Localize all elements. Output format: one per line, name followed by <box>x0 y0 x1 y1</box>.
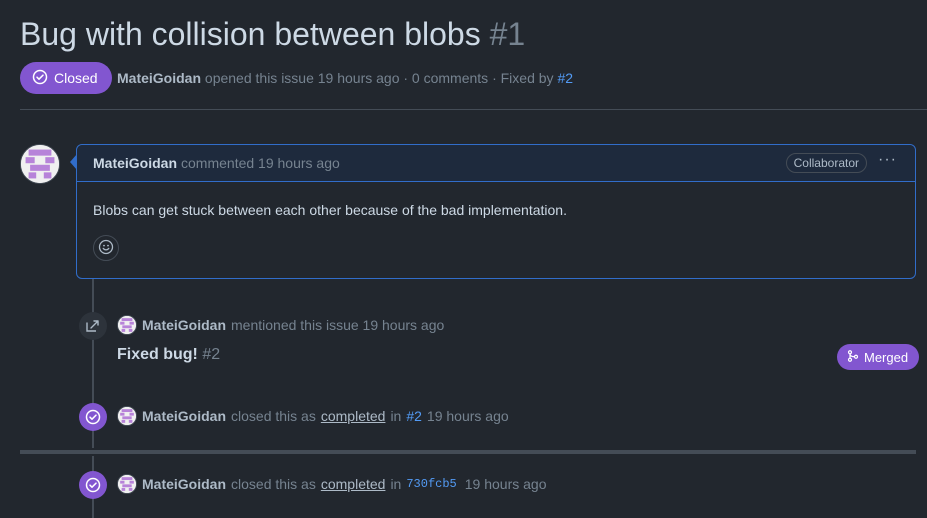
comment-author-link[interactable]: MateiGoidan <box>93 155 177 171</box>
mention-text: mentioned this issue 19 hours ago <box>231 317 445 333</box>
closed-commit-author-link[interactable]: MateiGoidan <box>142 476 226 492</box>
mention-avatar[interactable] <box>117 315 137 335</box>
issue-state-badge: Closed <box>20 62 112 94</box>
fixed-by-link[interactable]: #2 <box>557 70 573 86</box>
add-reaction-button[interactable] <box>93 235 119 261</box>
issue-comment: MateiGoidan commented 19 hours ago Colla… <box>76 144 916 279</box>
closed-pr-reason[interactable]: completed <box>321 408 386 424</box>
closed-pr-in: in <box>390 408 402 424</box>
check-circle-icon <box>32 69 48 88</box>
mention-author-link[interactable]: MateiGoidan <box>142 317 226 333</box>
closed-event-commit: MateiGoidan closed this as completed in … <box>117 474 547 494</box>
smiley-icon <box>98 239 114 258</box>
issue-meta: MateiGoidan opened this issue 19 hours a… <box>117 70 573 86</box>
closed-pr-text: closed this as <box>231 408 316 424</box>
referenced-pr-title-text[interactable]: Fixed bug! <box>117 346 198 363</box>
cross-reference-icon <box>79 312 107 340</box>
closed-commit-reason[interactable]: completed <box>321 476 386 492</box>
merged-badge: Merged <box>837 344 920 370</box>
closed-check-icon-2 <box>79 471 107 499</box>
closed-check-icon <box>79 403 107 431</box>
issue-opened-text: opened this issue 19 hours ago · 0 comme… <box>204 70 554 86</box>
closed-pr-ref-link[interactable]: #2 <box>406 408 422 424</box>
closed-pr-author-link[interactable]: MateiGoidan <box>142 408 226 424</box>
closed-pr-avatar[interactable] <box>117 406 137 426</box>
issue-state-label: Closed <box>54 70 98 86</box>
comment-menu-button[interactable]: ··· <box>878 151 897 169</box>
closed-commit-in: in <box>390 476 402 492</box>
timeline-divider <box>20 450 916 454</box>
closed-event-pr: MateiGoidan closed this as completed in … <box>117 406 509 426</box>
git-merge-icon <box>847 349 859 365</box>
header-divider <box>20 109 927 110</box>
comment-timestamp[interactable]: commented 19 hours ago <box>181 155 340 171</box>
closed-commit-text: closed this as <box>231 476 316 492</box>
issue-number: #1 <box>489 16 526 52</box>
commit-sha-link[interactable]: 730fcb5 <box>406 477 456 491</box>
issue-title-text: Bug with collision between blobs <box>20 16 481 52</box>
comment-body: Blobs can get stuck between each other b… <box>93 202 567 218</box>
comment-header: MateiGoidan commented 19 hours ago Colla… <box>77 145 915 182</box>
referenced-pr-number[interactable]: #2 <box>202 346 220 363</box>
comment-author-avatar[interactable] <box>20 144 60 184</box>
closed-commit-avatar[interactable] <box>117 474 137 494</box>
issue-title: Bug with collision between blobs #1 <box>20 14 525 54</box>
closed-pr-time[interactable]: 19 hours ago <box>427 408 509 424</box>
issue-author-link[interactable]: MateiGoidan <box>117 70 201 86</box>
mention-event: MateiGoidan mentioned this issue 19 hour… <box>117 315 444 335</box>
merged-label: Merged <box>864 349 909 365</box>
collaborator-badge: Collaborator <box>785 153 867 173</box>
referenced-pr-title[interactable]: Fixed bug! #2 <box>117 346 220 364</box>
closed-commit-time[interactable]: 19 hours ago <box>465 476 547 492</box>
